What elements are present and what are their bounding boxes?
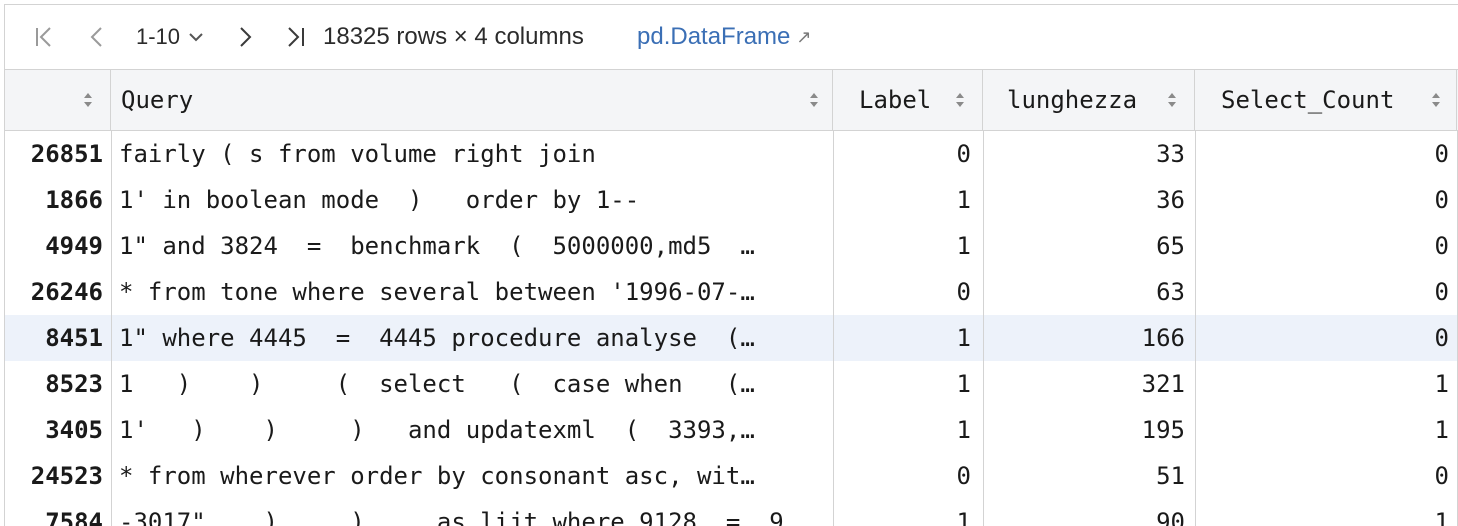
select-count-cell[interactable]: 0 — [1195, 223, 1457, 269]
label-cell[interactable]: 1 — [833, 407, 983, 453]
row-index: 26851 — [30, 140, 103, 168]
table-row[interactable]: 26246 * from tone where several between … — [5, 269, 1458, 315]
row-index: 3405 — [45, 416, 103, 444]
label-cell[interactable]: 1 — [833, 499, 983, 526]
toolbar: 1-10 18325 rows × 4 columns pd.DataFrame… — [5, 5, 1458, 69]
lunghezza-cell[interactable]: 166 — [983, 315, 1195, 361]
header-select-count-label: Select_Count — [1221, 86, 1395, 114]
last-page-icon — [288, 27, 304, 47]
next-page-button[interactable] — [235, 23, 257, 51]
table-row-selected[interactable]: 8451 1" where 4445 = 4445 procedure anal… — [5, 315, 1458, 361]
chevron-down-icon — [189, 33, 203, 42]
table-row[interactable]: 7584 -3017" ) ) as lijt where 9128 = 9… … — [5, 499, 1458, 526]
first-page-icon — [36, 27, 51, 47]
label-cell[interactable]: 1 — [833, 177, 983, 223]
header-index[interactable] — [5, 70, 111, 130]
lunghezza-cell[interactable]: 36 — [983, 177, 1195, 223]
query-cell[interactable]: * from wherever order by consonant asc, … — [111, 453, 833, 499]
column-divider — [111, 131, 112, 526]
query-cell[interactable]: * from tone where several between '1996-… — [111, 269, 833, 315]
select-count-cell[interactable]: 0 — [1195, 315, 1457, 361]
label-cell[interactable]: 1 — [833, 223, 983, 269]
column-divider — [983, 131, 984, 526]
row-index: 4949 — [45, 232, 103, 260]
row-index: 1866 — [45, 186, 103, 214]
table-row[interactable]: 8523 1 ) ) ( select ( case when (… 1 321… — [5, 361, 1458, 407]
sort-icon — [1168, 93, 1176, 107]
query-cell[interactable]: 1' in boolean mode ) order by 1-- — [111, 177, 833, 223]
select-count-cell[interactable]: 1 — [1195, 499, 1457, 526]
column-divider — [833, 131, 834, 526]
table-row[interactable]: 24523 * from wherever order by consonant… — [5, 453, 1458, 499]
column-divider — [1195, 131, 1196, 526]
query-cell[interactable]: 1 ) ) ( select ( case when (… — [111, 361, 833, 407]
lunghezza-cell[interactable]: 63 — [983, 269, 1195, 315]
header-lunghezza[interactable]: lunghezza — [983, 70, 1195, 130]
page-range-label: 1-10 — [136, 24, 181, 49]
table-row[interactable]: 4949 1" and 3824 = benchmark ( 5000000,m… — [5, 223, 1458, 269]
chevron-left-icon — [90, 27, 102, 47]
first-page-button[interactable] — [31, 23, 57, 51]
previous-page-button[interactable] — [85, 23, 107, 51]
row-index: 8451 — [45, 324, 103, 352]
select-count-cell[interactable]: 1 — [1195, 361, 1457, 407]
query-cell[interactable]: -3017" ) ) as lijt where 9128 = 9… — [111, 499, 833, 526]
header-select-count[interactable]: Select_Count — [1195, 70, 1457, 130]
label-cell[interactable]: 0 — [833, 453, 983, 499]
select-count-cell[interactable]: 1 — [1195, 407, 1457, 453]
last-page-button[interactable] — [283, 23, 309, 51]
external-link-icon: ↗ — [796, 26, 812, 47]
lunghezza-cell[interactable]: 195 — [983, 407, 1195, 453]
header-query[interactable]: Query — [111, 70, 833, 130]
table-row[interactable]: 1866 1' in boolean mode ) order by 1-- 1… — [5, 177, 1458, 223]
select-count-cell[interactable]: 0 — [1195, 453, 1457, 499]
sort-icon — [84, 93, 92, 107]
sort-icon — [810, 93, 818, 107]
lunghezza-cell[interactable]: 33 — [983, 131, 1195, 177]
query-cell[interactable]: 1" and 3824 = benchmark ( 5000000,md5 … — [111, 223, 833, 269]
row-index: 7584 — [45, 508, 103, 526]
query-cell[interactable]: 1" where 4445 = 4445 procedure analyse (… — [111, 315, 833, 361]
type-link-label: pd.DataFrame — [637, 23, 791, 50]
label-cell[interactable]: 0 — [833, 131, 983, 177]
header-query-label: Query — [121, 86, 194, 114]
lunghezza-cell[interactable]: 51 — [983, 453, 1195, 499]
row-index: 26246 — [30, 278, 103, 306]
lunghezza-cell[interactable]: 65 — [983, 223, 1195, 269]
label-cell[interactable]: 1 — [833, 315, 983, 361]
header-label[interactable]: Label — [833, 70, 983, 130]
lunghezza-cell[interactable]: 90 — [983, 499, 1195, 526]
row-index: 24523 — [30, 462, 103, 490]
label-cell[interactable]: 1 — [833, 361, 983, 407]
table-header: Query Label lunghezza Select_Count — [5, 69, 1458, 131]
page-range-dropdown[interactable]: 1-10 — [136, 23, 204, 51]
table-row[interactable]: 26851 fairly ( s from volume right join … — [5, 131, 1458, 177]
select-count-cell[interactable]: 0 — [1195, 131, 1457, 177]
sort-icon — [1432, 93, 1440, 107]
row-index: 8523 — [45, 370, 103, 398]
select-count-cell[interactable]: 0 — [1195, 269, 1457, 315]
type-link[interactable]: pd.DataFrame ↗ — [637, 23, 812, 51]
lunghezza-cell[interactable]: 321 — [983, 361, 1195, 407]
table-row[interactable]: 3405 1' ) ) ) and updatexml ( 3393,… 1 1… — [5, 407, 1458, 453]
header-lunghezza-label: lunghezza — [1007, 86, 1138, 114]
select-count-cell[interactable]: 0 — [1195, 177, 1457, 223]
query-cell[interactable]: fairly ( s from volume right join — [111, 131, 833, 177]
chevron-right-icon — [240, 27, 252, 47]
dataframe-viewer: 1-10 18325 rows × 4 columns pd.DataFrame… — [4, 4, 1458, 526]
header-label-label: Label — [859, 86, 932, 114]
sort-icon — [956, 93, 964, 107]
label-cell[interactable]: 0 — [833, 269, 983, 315]
query-cell[interactable]: 1' ) ) ) and updatexml ( 3393,… — [111, 407, 833, 453]
shape-info: 18325 rows × 4 columns — [323, 23, 584, 50]
